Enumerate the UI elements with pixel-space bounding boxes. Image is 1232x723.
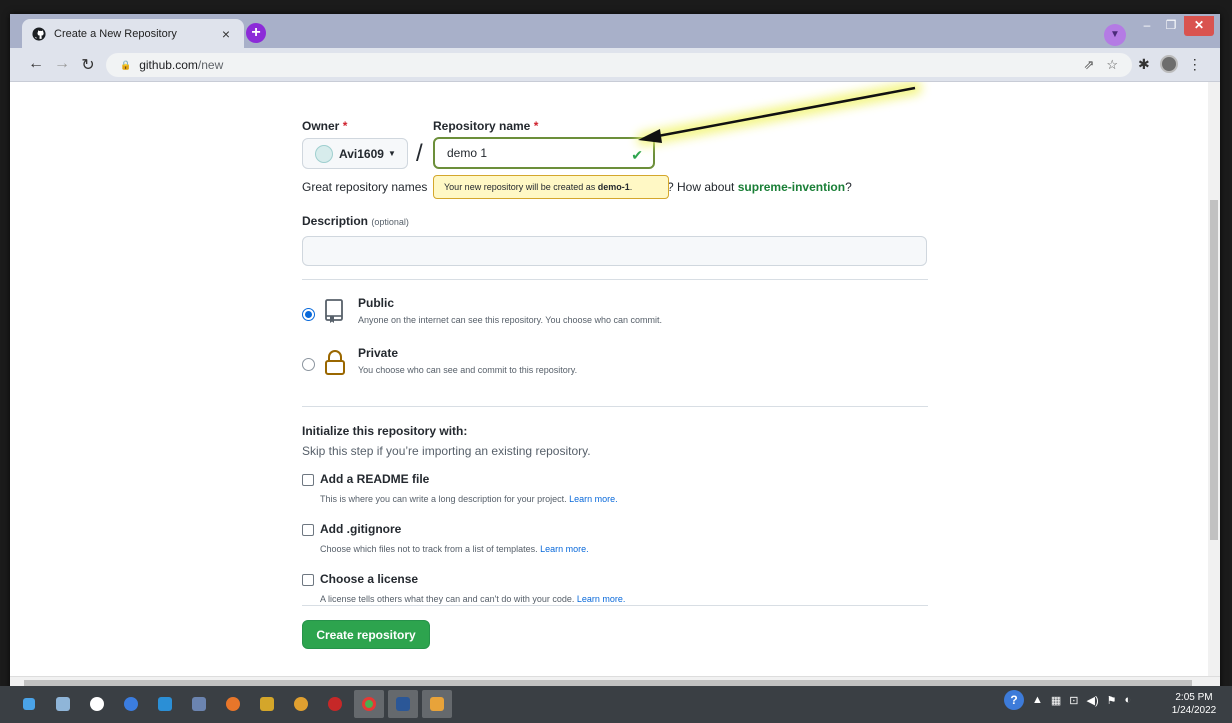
tab-strip: Create a New Repository × + ▼ – ❐ ✕: [10, 14, 1220, 48]
url-host: github.com: [139, 58, 198, 72]
app-icon[interactable]: [82, 690, 112, 718]
tray-app-icon[interactable]: ◐: [1125, 694, 1132, 706]
browser-menu-icon[interactable]: ⋮: [1188, 56, 1202, 73]
new-tab-button[interactable]: +: [246, 23, 266, 43]
back-arrow-icon[interactable]: ←: [24, 55, 48, 75]
vertical-scrollbar[interactable]: [1208, 82, 1220, 676]
clock[interactable]: 2:05 PM 1/24/2022: [1164, 691, 1224, 717]
annotation-arrow: [637, 82, 922, 146]
firefox-icon[interactable]: [218, 690, 248, 718]
vertical-scroll-thumb[interactable]: [1210, 200, 1218, 540]
browser-toolbar: ← → ↻ 🔒 github.com/new ⇗ ☆ ✱ ⋮: [10, 48, 1220, 82]
profile-avatar[interactable]: [1159, 55, 1178, 73]
close-window-button[interactable]: ✕: [1184, 16, 1214, 36]
vscode-icon[interactable]: [150, 690, 180, 718]
extensions-puzzle-icon[interactable]: ✱: [1138, 56, 1150, 73]
word-icon[interactable]: [388, 690, 418, 718]
file-explorer-icon[interactable]: [48, 690, 78, 718]
network-icon[interactable]: ⊡: [1069, 694, 1078, 707]
app-icon[interactable]: [184, 690, 214, 718]
github-icon: [32, 26, 46, 41]
tab-close-icon[interactable]: ×: [218, 26, 234, 42]
tray-expand-icon[interactable]: ▲: [1032, 694, 1043, 706]
forward-arrow-icon[interactable]: →: [50, 55, 74, 75]
share-icon[interactable]: ⇗: [1083, 57, 1094, 73]
chrome-icon[interactable]: [354, 690, 384, 718]
volume-icon[interactable]: ◀): [1087, 694, 1099, 707]
tab-search-chevron-icon[interactable]: ▼: [1104, 24, 1126, 46]
tray-app-icon[interactable]: ▦: [1051, 694, 1061, 707]
maximize-button[interactable]: ❐: [1160, 16, 1182, 36]
tab-title: Create a New Repository: [54, 27, 177, 40]
help-icon[interactable]: ?: [1004, 690, 1024, 710]
clock-date: 1/24/2022: [1171, 705, 1217, 716]
page-content: Owner * Repository name * Avi1609 ▼ / de…: [10, 82, 1208, 676]
start-windows-icon[interactable]: [14, 690, 44, 718]
url-path: /new: [197, 58, 224, 72]
taskbar: ? ▲ ▦ ⊡ ◀) ⚑ ◐ 2:05 PM 1/24/2022: [0, 686, 1232, 723]
app-icon[interactable]: [320, 690, 350, 718]
address-bar[interactable]: 🔒 github.com/new ⇗ ☆: [106, 53, 1132, 77]
reload-icon[interactable]: ↻: [76, 55, 100, 75]
tab-create-repository[interactable]: Create a New Repository ×: [22, 19, 244, 48]
clock-time: 2:05 PM: [1175, 692, 1213, 703]
flag-icon[interactable]: ⚑: [1107, 694, 1117, 707]
app-icon[interactable]: [422, 690, 452, 718]
app-icon[interactable]: [116, 690, 146, 718]
minimize-button[interactable]: –: [1136, 16, 1158, 36]
browser-window: Create a New Repository × + ▼ – ❐ ✕ ← → …: [10, 14, 1220, 690]
system-tray: ? ▲ ▦ ⊡ ◀) ⚑ ◐: [1004, 690, 1131, 710]
lock-icon: 🔒: [120, 59, 132, 70]
app-icon[interactable]: [252, 690, 282, 718]
app-icon[interactable]: [286, 690, 316, 718]
bookmark-star-icon[interactable]: ☆: [1106, 57, 1118, 73]
